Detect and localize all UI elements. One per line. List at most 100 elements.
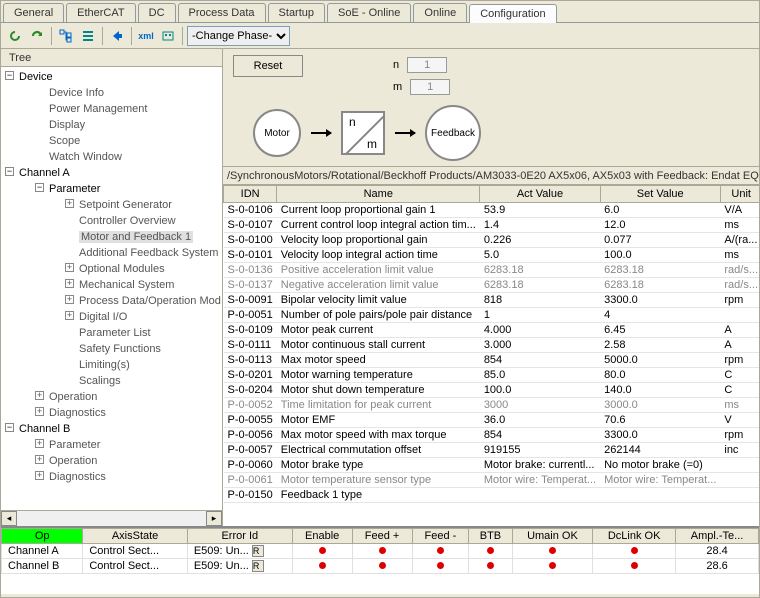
settings-icon[interactable] <box>158 26 178 46</box>
xml-icon[interactable]: xml <box>136 26 156 46</box>
tree-node[interactable]: Operation <box>49 455 97 467</box>
col-header[interactable]: Name <box>277 186 480 203</box>
tree-node[interactable]: Watch Window <box>49 151 122 163</box>
table-row[interactable]: P-0-0057Electrical commutation offset919… <box>224 443 760 458</box>
tree-node[interactable]: Additional Feedback System <box>79 247 218 259</box>
tree-icon[interactable] <box>56 26 76 46</box>
expander-icon[interactable]: − <box>5 423 14 432</box>
tab-online[interactable]: Online <box>413 3 467 22</box>
tree-node[interactable]: Device Info <box>49 87 104 99</box>
tree-node-device[interactable]: Device <box>19 71 53 83</box>
tree-node[interactable]: Power Management <box>49 103 147 115</box>
nm-ratio-node[interactable]: n m <box>341 111 385 155</box>
tree-node[interactable]: Scalings <box>79 375 121 387</box>
tab-ethercat[interactable]: EtherCAT <box>66 3 135 22</box>
table-row[interactable]: S-0-0109Motor peak current4.0006.45A <box>224 323 760 338</box>
tab-process-data[interactable]: Process Data <box>178 3 266 22</box>
tab-dc[interactable]: DC <box>138 3 176 22</box>
expander-icon[interactable]: + <box>35 391 44 400</box>
tree-node[interactable]: Limiting(s) <box>79 359 130 371</box>
feedback-node[interactable]: Feedback <box>425 105 481 161</box>
table-row[interactable]: S-0-0091Bipolar velocity limit value8183… <box>224 293 760 308</box>
tab-startup[interactable]: Startup <box>268 3 325 22</box>
expander-icon[interactable]: + <box>65 279 74 288</box>
col-header[interactable]: AxisState <box>83 529 187 544</box>
expander-icon[interactable]: + <box>65 295 74 304</box>
tree-node-parameter[interactable]: Parameter <box>49 183 100 195</box>
list-icon[interactable] <box>78 26 98 46</box>
table-row[interactable]: S-0-0111Motor continuous stall current3.… <box>224 338 760 353</box>
tree-node-channel-b[interactable]: Channel B <box>19 423 70 435</box>
tree-node[interactable]: Scope <box>49 135 80 147</box>
status-row[interactable]: Channel AControl Sect...E509: Un... R28.… <box>2 544 759 559</box>
col-header[interactable]: Umain OK <box>512 529 593 544</box>
tree-node[interactable]: Display <box>49 119 85 131</box>
status-table[interactable]: OpAxisStateError IdEnableFeed +Feed -BTB… <box>1 528 759 574</box>
table-row[interactable]: S-0-0136Positive acceleration limit valu… <box>224 263 760 278</box>
tree-node[interactable]: Optional Modules <box>79 263 165 275</box>
reset-button[interactable]: Reset <box>233 55 303 77</box>
tree-node[interactable]: Diagnostics <box>49 471 106 483</box>
col-header[interactable]: Error Id <box>187 529 292 544</box>
table-row[interactable]: S-0-0107Current control loop integral ac… <box>224 218 760 233</box>
table-row[interactable]: P-0-0061Motor temperature sensor typeMot… <box>224 473 760 488</box>
tree-view[interactable]: −Device Device InfoPower ManagementDispl… <box>1 67 222 510</box>
col-header[interactable]: Feed + <box>352 529 412 544</box>
status-row[interactable]: Channel BControl Sect...E509: Un... R28.… <box>2 559 759 574</box>
table-row[interactable]: P-0-0055Motor EMF36.070.6V <box>224 413 760 428</box>
tab-configuration[interactable]: Configuration <box>469 4 556 23</box>
tree-node[interactable]: Parameter List <box>79 327 151 339</box>
expander-icon[interactable]: + <box>35 471 44 480</box>
n-field[interactable] <box>407 57 447 73</box>
col-header[interactable]: Unit <box>720 186 759 203</box>
table-row[interactable]: P-0-0051Number of pole pairs/pole pair d… <box>224 308 760 323</box>
expander-icon[interactable]: − <box>35 183 44 192</box>
tree-node[interactable]: Parameter <box>49 439 100 451</box>
expander-icon[interactable]: + <box>65 311 74 320</box>
expander-icon[interactable]: + <box>35 455 44 464</box>
scroll-right-icon[interactable]: ▸ <box>206 511 222 526</box>
tree-node[interactable]: Controller Overview <box>79 215 176 227</box>
col-header[interactable]: Ampl.-Te... <box>676 529 759 544</box>
expander-icon[interactable]: + <box>65 199 74 208</box>
change-phase-select[interactable]: -Change Phase- <box>187 26 290 46</box>
col-header[interactable]: Op <box>2 529 83 544</box>
motor-node[interactable]: Motor <box>253 109 301 157</box>
table-row[interactable]: P-0-0052Time limitation for peak current… <box>224 398 760 413</box>
table-row[interactable]: P-0-0056Max motor speed with max torque8… <box>224 428 760 443</box>
tree-node-operation[interactable]: Operation <box>49 391 97 403</box>
parameter-table[interactable]: IDNNameAct ValueSet ValueUnit S-0-0106Cu… <box>223 185 759 503</box>
col-header[interactable]: Enable <box>292 529 352 544</box>
refresh-icon[interactable] <box>5 26 25 46</box>
table-row[interactable]: S-0-0204Motor shut down temperature100.0… <box>224 383 760 398</box>
reset-error-button[interactable]: R <box>252 560 264 572</box>
table-row[interactable]: S-0-0106Current loop proportional gain 1… <box>224 203 760 218</box>
expander-icon[interactable]: + <box>65 263 74 272</box>
scroll-left-icon[interactable]: ◂ <box>1 511 17 526</box>
col-header[interactable]: BTB <box>469 529 512 544</box>
table-row[interactable]: P-0-0060Motor brake typeMotor brake: cur… <box>224 458 760 473</box>
expander-icon[interactable]: − <box>5 167 14 176</box>
tree-node[interactable]: Process Data/Operation Mod <box>79 295 221 307</box>
col-header[interactable]: Set Value <box>600 186 720 203</box>
table-row[interactable]: S-0-0101Velocity loop integral action ti… <box>224 248 760 263</box>
tree-node[interactable]: Setpoint Generator <box>79 199 172 211</box>
m-field[interactable] <box>410 79 450 95</box>
tree-node[interactable]: Safety Functions <box>79 343 161 355</box>
col-header[interactable]: DcLink OK <box>593 529 676 544</box>
tree-node[interactable]: Mechanical System <box>79 279 174 291</box>
expander-icon[interactable]: + <box>35 407 44 416</box>
tree-node-channel-a[interactable]: Channel A <box>19 167 70 179</box>
tree-node[interactable]: Digital I/O <box>79 311 127 323</box>
expander-icon[interactable]: − <box>5 71 14 80</box>
tree-node-diagnostics[interactable]: Diagnostics <box>49 407 106 419</box>
table-row[interactable]: S-0-0201Motor warning temperature85.080.… <box>224 368 760 383</box>
col-header[interactable]: Act Value <box>480 186 600 203</box>
back-icon[interactable] <box>107 26 127 46</box>
table-row[interactable]: S-0-0137Negative acceleration limit valu… <box>224 278 760 293</box>
table-row[interactable]: S-0-0100Velocity loop proportional gain0… <box>224 233 760 248</box>
table-row[interactable]: S-0-0113Max motor speed8545000.0rpm <box>224 353 760 368</box>
tab-general[interactable]: General <box>3 3 64 22</box>
reset-error-button[interactable]: R <box>252 545 264 557</box>
col-header[interactable]: Feed - <box>412 529 469 544</box>
